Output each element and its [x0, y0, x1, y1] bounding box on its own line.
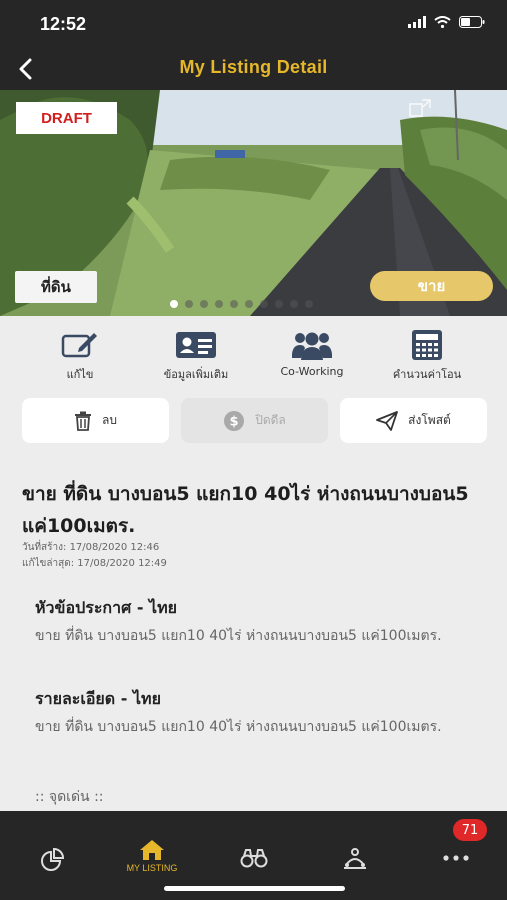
- detail-section-body: ขาย ที่ดิน บางบอน5 แยก10 40ไร่ ห่างถนนบา…: [35, 719, 442, 735]
- calculator-icon: [412, 330, 442, 360]
- carousel-dots[interactable]: [170, 300, 313, 308]
- carousel-dot[interactable]: [200, 300, 208, 308]
- dollar-icon: $: [224, 410, 245, 431]
- tab-my-listing-label: MY LISTING: [126, 863, 178, 873]
- highlight-heading: :: จุดเด่น ::: [35, 789, 104, 805]
- created-date: วันที่สร้าง: 17/08/2020 12:46: [22, 542, 160, 553]
- sale-type-badge: ขาย: [370, 271, 493, 301]
- edit-label: แก้ไข: [66, 368, 94, 381]
- status-icons: [408, 16, 485, 28]
- battery-icon: [459, 16, 485, 28]
- edit-action[interactable]: แก้ไข: [20, 330, 140, 383]
- transfer-calc-action[interactable]: คำนวนค่าโอน: [367, 330, 487, 383]
- more-info-label: ข้อมูลเพิ่มเติม: [163, 368, 229, 381]
- delete-label: ลบ: [102, 413, 117, 427]
- close-deal-label: ปิดดีล: [255, 413, 286, 427]
- tab-dashboard[interactable]: [13, 847, 93, 871]
- carousel-dot[interactable]: [290, 300, 298, 308]
- more-info-action[interactable]: ข้อมูลเพิ่มเติม: [136, 330, 256, 383]
- id-card-icon: [176, 332, 216, 358]
- carousel-dot[interactable]: [275, 300, 283, 308]
- carousel-dot[interactable]: [230, 300, 238, 308]
- binoculars-icon: [240, 849, 268, 868]
- co-working-label: Co-Working: [280, 365, 344, 378]
- send-post-label: ส่งโพสต์: [408, 413, 451, 427]
- action-row: แก้ไข ข้อมูลเพิ่มเติม Co-Working คำนวนค่…: [0, 330, 507, 386]
- more-dots-icon: [443, 855, 469, 861]
- carousel-dot[interactable]: [305, 300, 313, 308]
- home-indicator[interactable]: [164, 886, 345, 891]
- send-post-button[interactable]: ส่งโพสต์: [340, 398, 487, 443]
- carousel-dot[interactable]: [260, 300, 268, 308]
- expand-icon[interactable]: [408, 98, 432, 122]
- listing-photo[interactable]: DRAFT ที่ดิน ขาย: [0, 90, 507, 316]
- status-time: 12:52: [40, 14, 87, 34]
- tab-network[interactable]: [315, 847, 395, 871]
- network-icon: [344, 848, 366, 869]
- svg-text:$: $: [230, 414, 239, 429]
- paper-plane-icon: [376, 410, 399, 431]
- tab-my-listing[interactable]: MY LISTING: [112, 839, 192, 873]
- users-icon: [292, 332, 332, 360]
- trash-icon: [75, 411, 91, 431]
- tab-more[interactable]: [416, 855, 496, 861]
- co-working-action[interactable]: Co-Working: [252, 330, 372, 378]
- headline-section-body: ขาย ที่ดิน บางบอน5 แยก10 40ไร่ ห่างถนนบา…: [35, 628, 442, 644]
- listing-title: ขาย ที่ดิน บางบอน5 แยก10 40ไร่ ห่างถนนบา…: [22, 483, 469, 537]
- nav-bar: My Listing Detail: [0, 48, 507, 90]
- draft-badge: DRAFT: [16, 102, 117, 134]
- transfer-calc-label: คำนวนค่าโอน: [392, 368, 462, 381]
- delete-button[interactable]: ลบ: [22, 398, 169, 443]
- pie-chart-icon: [41, 847, 65, 871]
- carousel-dot[interactable]: [170, 300, 178, 308]
- tab-search[interactable]: [214, 848, 294, 868]
- home-icon: [140, 840, 164, 860]
- detail-section-title: รายละเอียด - ไทย: [35, 689, 161, 708]
- carousel-dot[interactable]: [185, 300, 193, 308]
- wifi-icon: [434, 16, 451, 28]
- notification-badge: 71: [453, 819, 487, 841]
- property-type-badge: ที่ดิน: [15, 271, 97, 303]
- carousel-dot[interactable]: [245, 300, 253, 308]
- close-deal-button[interactable]: $ ปิดดีล: [181, 398, 328, 443]
- updated-date: แก้ไขล่าสุด: 17/08/2020 12:49: [22, 558, 167, 569]
- edit-icon: [61, 333, 97, 358]
- status-bar: 12:52: [0, 0, 507, 48]
- carousel-dot[interactable]: [215, 300, 223, 308]
- headline-section-title: หัวข้อประกาศ - ไทย: [35, 598, 177, 617]
- page-title: My Listing Detail: [179, 57, 328, 77]
- signal-icon: [408, 16, 426, 28]
